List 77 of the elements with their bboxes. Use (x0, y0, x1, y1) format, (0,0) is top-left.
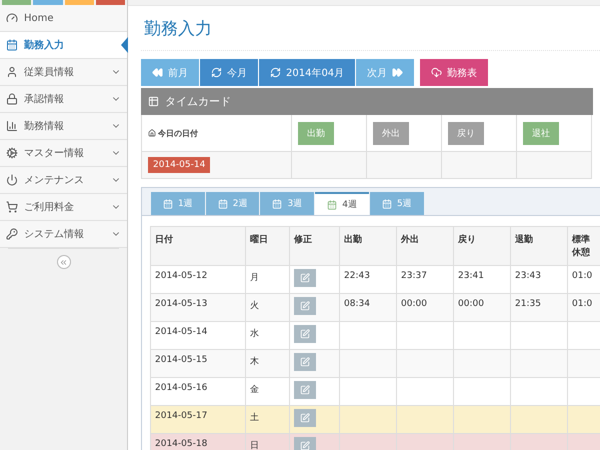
nav-button[interactable]: 2014年04月 (259, 59, 356, 86)
date-badge: 2014-05-14 (148, 157, 210, 173)
calendar-icon (382, 198, 392, 208)
today-date-label: 今日の日付 (148, 128, 198, 138)
refresh-icon (270, 67, 281, 78)
fast-forward-icon (392, 67, 404, 78)
week-tab[interactable]: 4週 (315, 192, 369, 215)
column-header: 退勤 (510, 226, 568, 266)
power-icon (6, 174, 18, 186)
refresh-icon (211, 67, 222, 78)
timecard-title: タイムカード (165, 94, 231, 109)
column-header: 修正 (290, 226, 340, 266)
column-header: 外出 (396, 226, 454, 266)
calendar-icon (6, 39, 18, 51)
sidebar-item[interactable]: Home (0, 5, 127, 32)
edit-icon (300, 273, 310, 283)
rewind-icon (152, 67, 163, 78)
sidebar-item[interactable]: 承認情報 (0, 86, 127, 113)
calendar-icon (272, 198, 282, 208)
week-tab[interactable]: 3週 (260, 192, 314, 215)
calendar-icon (327, 200, 338, 210)
edit-button[interactable] (294, 297, 316, 315)
week-tab[interactable]: 2週 (206, 192, 260, 215)
column-header: 戻り (454, 226, 510, 266)
shortcut-stripe[interactable] (96, 0, 125, 5)
home-icon (148, 129, 156, 137)
page-title: 勤務入力 (141, 6, 600, 51)
column-header: 出勤 (340, 226, 396, 266)
punch-button[interactable]: 退社 (523, 122, 559, 144)
punch-button[interactable]: 戻り (448, 122, 484, 144)
double-chevron-left-icon (59, 258, 68, 266)
collapse-button[interactable] (56, 255, 70, 269)
lock-icon (6, 93, 18, 105)
sidebar-item[interactable]: メンテナンス (0, 167, 127, 194)
week-tab[interactable]: 1週 (151, 192, 205, 215)
nav-button[interactable]: 勤務表 (420, 59, 490, 86)
calendar-icon (218, 198, 228, 208)
cart-icon (6, 201, 18, 213)
calendar-icon (163, 198, 173, 208)
sidebar-item[interactable]: 勤務入力 (0, 32, 127, 59)
nav-button[interactable]: 次月 (356, 59, 416, 86)
edit-icon (300, 301, 310, 311)
week-tab[interactable]: 5週 (370, 192, 424, 215)
shortcut-stripe[interactable] (33, 0, 62, 5)
punch-button[interactable]: 外出 (373, 122, 409, 144)
table-cell: 2014-05-18 (150, 434, 246, 450)
key-icon (6, 228, 18, 240)
sidebar-item[interactable]: システム情報 (0, 221, 127, 248)
edit-button[interactable] (294, 437, 316, 450)
gauge-icon (6, 12, 18, 24)
edit-icon (300, 357, 310, 367)
shortcut-stripe[interactable] (64, 0, 94, 5)
gear-icon (6, 147, 18, 159)
edit-button[interactable] (294, 325, 316, 343)
edit-button[interactable] (294, 409, 316, 427)
user-icon (6, 66, 18, 78)
column-header: 日付 (150, 226, 246, 266)
column-header: 標準休憩 (568, 226, 600, 266)
sidebar-item[interactable]: マスター情報 (0, 140, 127, 167)
edit-button[interactable] (294, 269, 316, 287)
edit-icon (300, 385, 310, 395)
table-icon (148, 96, 159, 107)
punch-button[interactable]: 出勤 (298, 122, 334, 144)
sidebar-item[interactable]: ご利用料金 (0, 194, 127, 221)
edit-icon (300, 441, 310, 450)
edit-icon (300, 413, 310, 423)
edit-icon (300, 329, 310, 339)
sidebar-item[interactable]: 勤務情報 (0, 113, 127, 140)
edit-button[interactable] (294, 381, 316, 399)
nav-button[interactable]: 前月 (141, 59, 200, 86)
column-header: 曜日 (246, 226, 290, 266)
cloud-download-icon (431, 67, 442, 78)
edit-button[interactable] (294, 353, 316, 371)
nav-button[interactable]: 今月 (200, 59, 259, 86)
bar-chart-icon (6, 120, 18, 132)
shortcut-stripe[interactable] (2, 0, 32, 5)
sidebar-item[interactable]: 従業員情報 (0, 59, 127, 86)
